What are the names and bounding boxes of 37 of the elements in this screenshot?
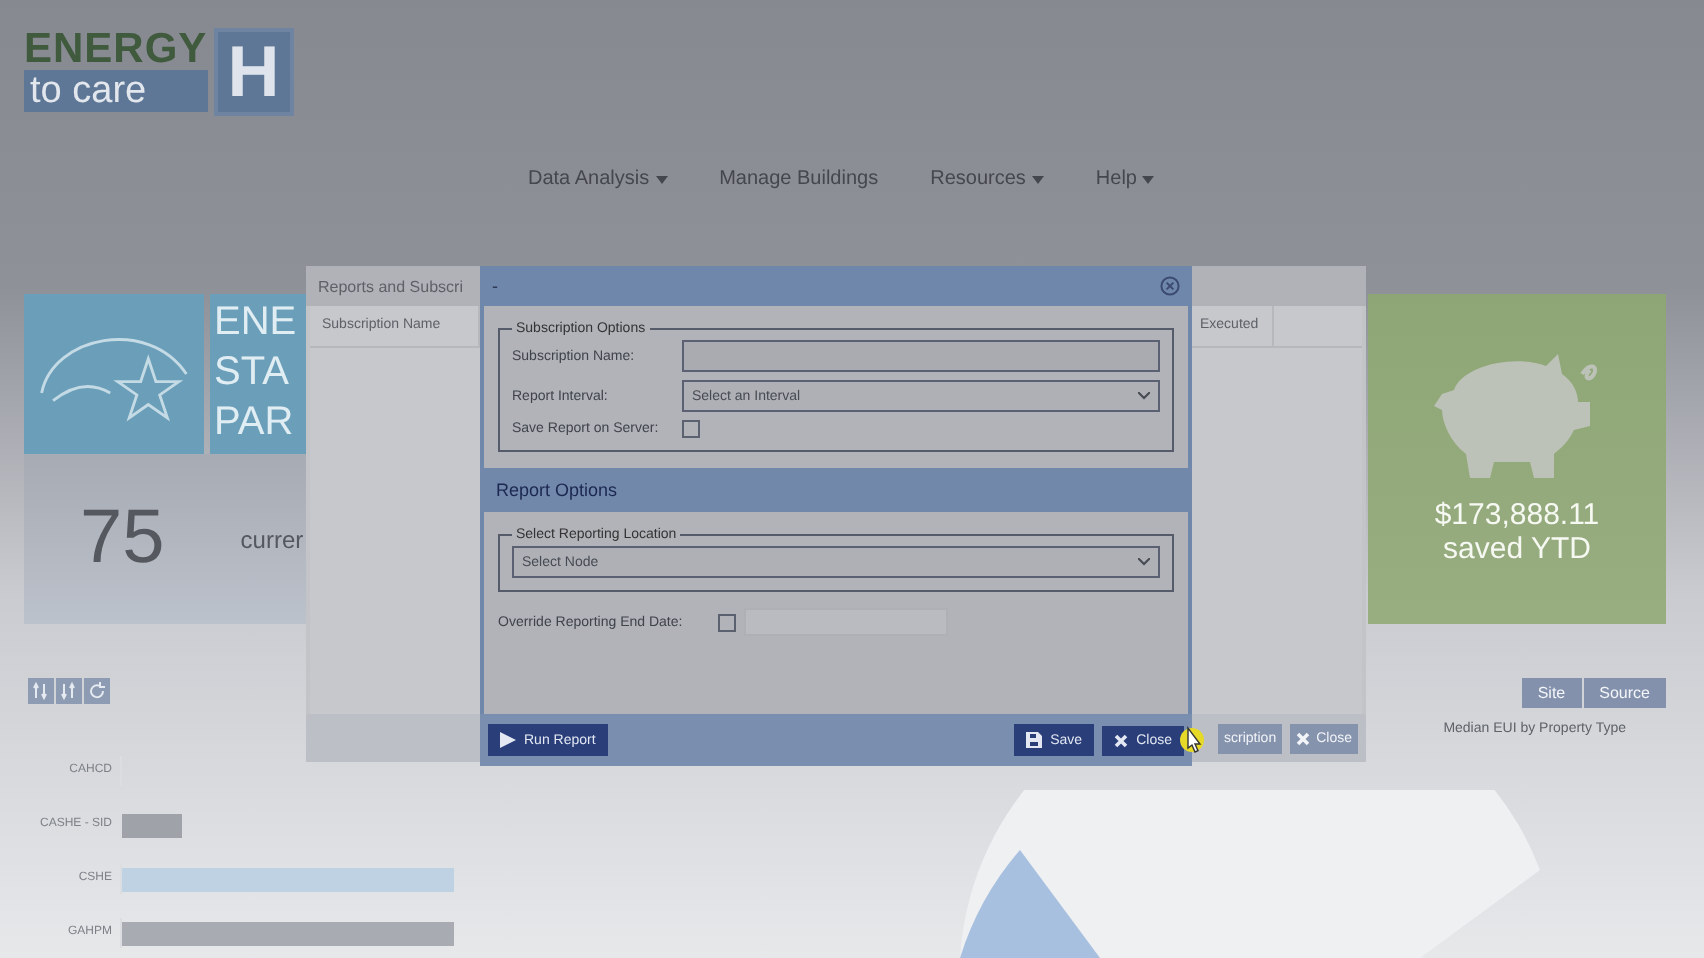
- partner-text: STA: [214, 348, 289, 398]
- logo-text: ENERGY: [24, 28, 208, 70]
- score-caption: currer: [240, 525, 304, 553]
- nav-menu-item[interactable]: Manage Buildings: [719, 168, 879, 190]
- caret-icon: [1142, 175, 1155, 183]
- bar: [122, 813, 182, 837]
- dialog-title: -: [492, 276, 498, 296]
- logo-text: to care: [24, 70, 208, 112]
- sort-icon[interactable]: [56, 678, 82, 704]
- toggle-button[interactable]: Source: [1583, 678, 1666, 708]
- caret-icon: [655, 175, 668, 183]
- toggle-button[interactable]: Site: [1521, 678, 1582, 708]
- refresh-icon[interactable]: [84, 678, 110, 704]
- play-icon: [500, 732, 516, 748]
- partner-text: ENE: [214, 298, 297, 348]
- nav-menu-item[interactable]: Data Analysis: [528, 168, 668, 190]
- logo-badge: H: [213, 28, 294, 116]
- savings-caption: saved YTD: [1443, 532, 1591, 566]
- subscription-name-input[interactable]: [682, 340, 1160, 372]
- section-title: Report Options: [496, 480, 618, 500]
- close-icon[interactable]: [1160, 276, 1180, 296]
- dialog-title: Reports and Subscri: [318, 277, 463, 295]
- checkbox[interactable]: [718, 613, 736, 631]
- caret-icon: [1031, 175, 1044, 183]
- sort-icon[interactable]: [28, 678, 54, 704]
- checkbox[interactable]: [682, 420, 700, 438]
- nav-menu-item[interactable]: Resources: [930, 168, 1044, 190]
- chevron-icon: [1138, 392, 1150, 400]
- partner-text: PAR: [214, 398, 294, 448]
- savings-amount: $173,888.11: [1434, 498, 1600, 532]
- nav-menu-item[interactable]: Help: [1095, 168, 1155, 190]
- close-icon: [1296, 731, 1311, 745]
- piggy-bank-icon: [1433, 350, 1601, 482]
- close-icon: [1114, 733, 1129, 747]
- chevron-icon: [1138, 558, 1150, 566]
- mouse-cursor-icon: [1180, 724, 1204, 756]
- score-value: 75: [80, 496, 165, 582]
